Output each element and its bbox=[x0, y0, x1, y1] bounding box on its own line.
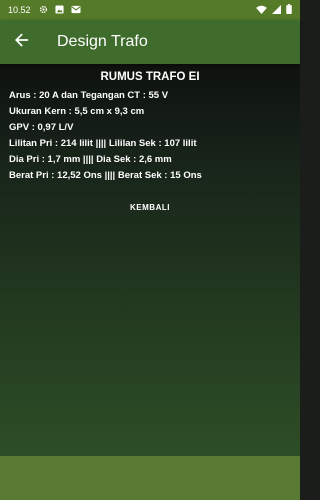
result-weight: Berat Pri : 12,52 Ons |||| Berat Sek : 1… bbox=[9, 170, 202, 181]
bottom-bar bbox=[0, 456, 300, 500]
mail-icon bbox=[71, 5, 81, 16]
result-core-size: Ukuran Kern : 5,5 cm x 9,3 cm bbox=[9, 106, 145, 117]
image-icon bbox=[54, 4, 64, 16]
gear-icon bbox=[39, 5, 48, 16]
arrow-back-icon bbox=[15, 32, 29, 52]
back-button[interactable] bbox=[0, 20, 44, 64]
result-current-voltage: Arus : 20 A dan Tegangan CT : 55 V bbox=[9, 90, 169, 101]
app-bar: Design Trafo bbox=[0, 20, 300, 64]
result-gpv: GPV : 0,97 L/V bbox=[9, 122, 74, 133]
page-title: Design Trafo bbox=[57, 33, 148, 50]
status-bar: 10.52 bbox=[0, 0, 300, 20]
result-windings: Lilitan Pri : 214 lilit |||| Lililan Sek… bbox=[9, 138, 197, 149]
wifi-icon bbox=[256, 5, 267, 16]
result-wire-diameter: Dia Pri : 1,7 mm |||| Dia Sek : 2,6 mm bbox=[9, 154, 172, 165]
kembali-button[interactable]: KEMBALI bbox=[120, 199, 180, 216]
signal-icon bbox=[272, 4, 281, 16]
battery-icon bbox=[286, 4, 292, 16]
result-list: Arus : 20 A dan Tegangan CT : 55 V Ukura… bbox=[0, 88, 300, 184]
result-heading: RUMUS TRAFO EI bbox=[100, 71, 200, 83]
main-content: RUMUS TRAFO EI Arus : 20 A dan Tegangan … bbox=[0, 64, 300, 456]
status-time: 10.52 bbox=[8, 5, 31, 15]
